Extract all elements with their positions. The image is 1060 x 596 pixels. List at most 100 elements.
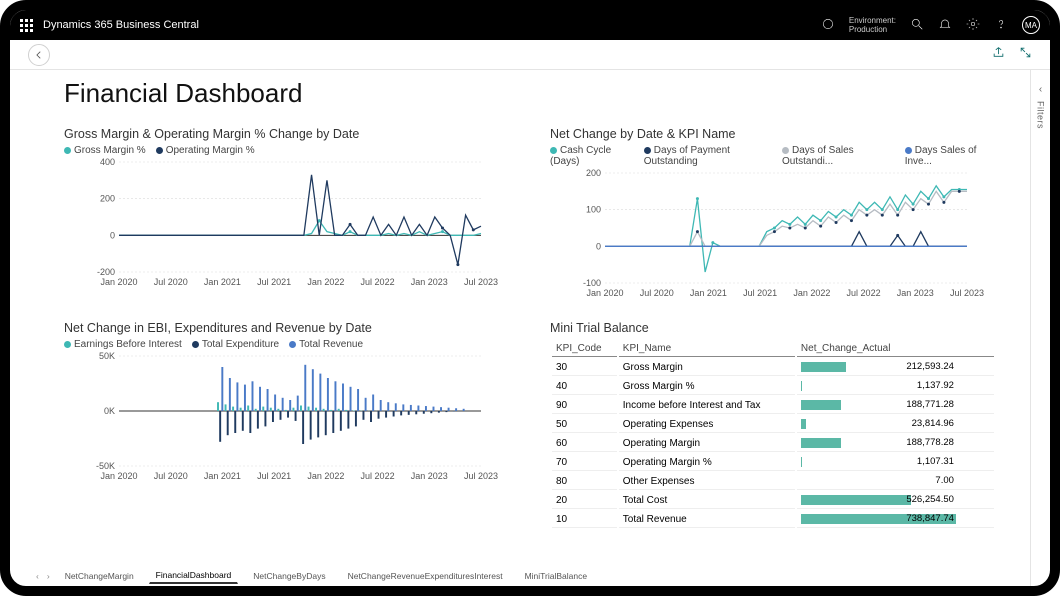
- svg-text:Jan 2021: Jan 2021: [204, 277, 241, 287]
- table-cell: 7.00: [797, 473, 994, 490]
- table-row[interactable]: 80Other Expenses7.00: [552, 473, 994, 490]
- table-cell: Operating Margin %: [619, 454, 795, 471]
- table-cell: 20: [552, 492, 617, 509]
- table-cell: 1,107.31: [797, 454, 994, 471]
- table-row[interactable]: 10Total Revenue738,847.74: [552, 511, 994, 528]
- panel-ebi-exp-rev: Net Change in EBI, Expenditures and Reve…: [64, 321, 510, 501]
- svg-text:Jul 2021: Jul 2021: [743, 288, 777, 298]
- table-cell: Other Expenses: [619, 473, 795, 490]
- legend-item[interactable]: Earnings Before Interest: [64, 339, 182, 350]
- sheet-tab[interactable]: NetChangeMargin: [58, 568, 141, 584]
- svg-text:Jan 2021: Jan 2021: [204, 471, 241, 481]
- tabs-prev-icon[interactable]: ‹: [36, 571, 39, 581]
- sheet-tab[interactable]: NetChangeByDays: [246, 568, 332, 584]
- svg-text:-50K: -50K: [96, 461, 115, 471]
- svg-text:Jul 2020: Jul 2020: [154, 277, 188, 287]
- table-row[interactable]: 90Income before Interest and Tax188,771.…: [552, 397, 994, 414]
- legend: Earnings Before Interest Total Expenditur…: [64, 339, 510, 350]
- svg-text:200: 200: [586, 169, 601, 178]
- svg-text:Jul 2022: Jul 2022: [361, 471, 395, 481]
- sheet-tabs: ‹ › NetChangeMargin FinancialDashboard Net…: [36, 567, 594, 584]
- svg-text:Jan 2020: Jan 2020: [100, 471, 137, 481]
- svg-text:Jul 2023: Jul 2023: [950, 288, 984, 298]
- environment-indicator[interactable]: [821, 17, 835, 34]
- sheet-tab[interactable]: FinancialDashboard: [149, 567, 239, 584]
- legend-item[interactable]: Gross Margin %: [64, 145, 146, 156]
- sheet-tab[interactable]: NetChangeRevenueExpendituresInterest: [341, 568, 510, 584]
- sheet-tab[interactable]: MiniTrialBalance: [518, 568, 595, 584]
- svg-text:50K: 50K: [99, 352, 115, 361]
- table-column-header[interactable]: KPI_Name: [619, 341, 795, 357]
- legend-item[interactable]: Total Expenditure: [192, 339, 279, 350]
- table-row[interactable]: 30Gross Margin212,593.24: [552, 359, 994, 376]
- svg-text:Jul 2020: Jul 2020: [154, 471, 188, 481]
- svg-text:Jul 2020: Jul 2020: [640, 288, 674, 298]
- environment-label: Environment: Production: [849, 16, 896, 34]
- table-cell: Gross Margin: [619, 359, 795, 376]
- avatar[interactable]: MA: [1022, 16, 1040, 34]
- legend-item[interactable]: Operating Margin %: [156, 145, 255, 156]
- panel-mini-trial-balance: Mini Trial Balance KPI_CodeKPI_NameNet_C…: [550, 321, 996, 501]
- table-cell: 10: [552, 511, 617, 528]
- table-row[interactable]: 70Operating Margin %1,107.31: [552, 454, 994, 471]
- table-row[interactable]: 40Gross Margin %1,137.92: [552, 378, 994, 395]
- svg-text:Jan 2022: Jan 2022: [307, 277, 344, 287]
- svg-text:Jan 2020: Jan 2020: [586, 288, 623, 298]
- legend-item[interactable]: Days Sales of Inve...: [905, 145, 996, 167]
- mini-trial-balance-table: KPI_CodeKPI_NameNet_Change_Actual 30Gros…: [550, 339, 996, 530]
- panel-title: Mini Trial Balance: [550, 321, 996, 335]
- table-column-header[interactable]: Net_Change_Actual: [797, 341, 994, 357]
- filters-pane-toggle[interactable]: ‹ Filters: [1030, 70, 1050, 586]
- legend-item[interactable]: Days of Sales Outstandi...: [782, 145, 895, 167]
- svg-text:Jan 2023: Jan 2023: [411, 471, 448, 481]
- table-cell: Total Cost: [619, 492, 795, 509]
- svg-text:0: 0: [110, 230, 115, 240]
- app-title: Dynamics 365 Business Central: [43, 19, 199, 31]
- svg-text:Jul 2022: Jul 2022: [847, 288, 881, 298]
- expand-icon[interactable]: [1019, 46, 1032, 64]
- svg-text:Jan 2022: Jan 2022: [307, 471, 344, 481]
- table-cell: 40: [552, 378, 617, 395]
- search-icon[interactable]: [910, 17, 924, 34]
- tabs-next-icon[interactable]: ›: [47, 571, 50, 581]
- table-cell: Income before Interest and Tax: [619, 397, 795, 414]
- table-cell: 526,254.50: [797, 492, 994, 509]
- table-cell: 188,771.28: [797, 397, 994, 414]
- table-cell: 80: [552, 473, 617, 490]
- legend-item[interactable]: Total Revenue: [289, 339, 363, 350]
- table-cell: Operating Expenses: [619, 416, 795, 433]
- svg-text:Jan 2021: Jan 2021: [690, 288, 727, 298]
- table-column-header[interactable]: KPI_Code: [552, 341, 617, 357]
- share-icon[interactable]: [992, 46, 1005, 64]
- table-cell: 90: [552, 397, 617, 414]
- svg-text:Jul 2023: Jul 2023: [464, 277, 498, 287]
- table-cell: 23,814.96: [797, 416, 994, 433]
- subbar: [10, 40, 1050, 70]
- svg-text:200: 200: [100, 194, 115, 204]
- legend-item[interactable]: Cash Cycle (Days): [550, 145, 634, 167]
- settings-icon[interactable]: [966, 17, 980, 34]
- table-cell: Gross Margin %: [619, 378, 795, 395]
- chart-net-change-kpi: -1000100200Jan 2020Jul 2020Jan 2021Jul 2…: [550, 169, 996, 299]
- legend-item[interactable]: Days of Payment Outstanding: [644, 145, 772, 167]
- bell-icon[interactable]: [938, 17, 952, 34]
- table-row[interactable]: 20Total Cost526,254.50: [552, 492, 994, 509]
- table-cell: 188,778.28: [797, 435, 994, 452]
- table-cell: 50: [552, 416, 617, 433]
- legend: Cash Cycle (Days) Days of Payment Outstan…: [550, 145, 996, 167]
- svg-text:Jan 2022: Jan 2022: [793, 288, 830, 298]
- help-icon[interactable]: [994, 17, 1008, 34]
- table-row[interactable]: 50Operating Expenses23,814.96: [552, 416, 994, 433]
- table-cell: 30: [552, 359, 617, 376]
- svg-text:400: 400: [100, 158, 115, 167]
- app-launcher-icon[interactable]: [20, 19, 33, 32]
- back-button[interactable]: [28, 44, 50, 66]
- table-cell: Operating Margin: [619, 435, 795, 452]
- svg-text:Jan 2020: Jan 2020: [100, 277, 137, 287]
- panel-margin-change: Gross Margin & Operating Margin % Change…: [64, 127, 510, 307]
- table-cell: 1,137.92: [797, 378, 994, 395]
- table-cell: 70: [552, 454, 617, 471]
- table-cell: Total Revenue: [619, 511, 795, 528]
- svg-text:Jul 2021: Jul 2021: [257, 277, 291, 287]
- table-row[interactable]: 60Operating Margin188,778.28: [552, 435, 994, 452]
